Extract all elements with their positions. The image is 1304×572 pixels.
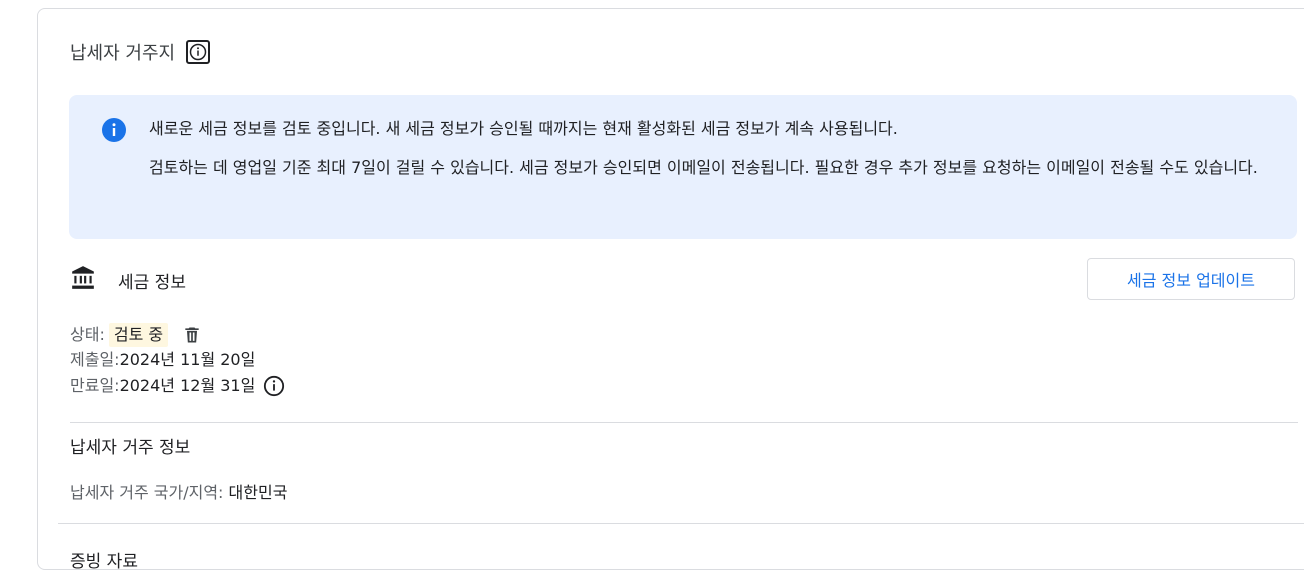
divider [70,422,1298,423]
tax-info-header: 세금 정보 [70,265,186,295]
next-section-title: 증빙 자료 [70,552,138,572]
review-banner: 새로운 세금 정보를 검토 중입니다. 새 세금 정보가 승인될 때까지는 현재… [69,95,1297,239]
residency-title: 납세자 거주 정보 [70,438,191,458]
tax-residency-card: 납세자 거주지 새로운 세금 정보를 검토 중입니다. 새 세금 정보가 승인될… [37,8,1304,572]
title-row: 납세자 거주지 [70,39,211,65]
status-label: 상태: [70,325,105,344]
status-badge: 검토 중 [108,323,169,347]
submitted-label: 제출일: [70,350,120,369]
tax-info-label: 세금 정보 [118,272,186,293]
info-icon [102,118,126,142]
bank-icon [70,265,96,295]
expires-row: 만료일: 2024년 12월 31일 [70,375,285,397]
country-value: 대한민국 [228,483,288,502]
country-label: 납세자 거주 국가/지역: [70,483,224,502]
expires-value: 2024년 12월 31일 [119,376,256,395]
info-icon[interactable] [263,375,285,397]
residency-country-row: 납세자 거주 국가/지역: 대한민국 [70,479,287,503]
trash-icon[interactable] [182,325,202,345]
submitted-row: 제출일: 2024년 11월 20일 [70,349,255,371]
banner-line-1: 새로운 세금 정보를 검토 중입니다. 새 세금 정보가 승인될 때까지는 현재… [149,119,898,138]
page-title: 납세자 거주지 [70,43,176,64]
submitted-value: 2024년 11월 20일 [119,350,256,369]
banner-line-2: 검토하는 데 영업일 기준 최대 7일이 걸릴 수 있습니다. 세금 정보가 승… [149,158,1258,177]
expires-label: 만료일: [70,376,120,395]
divider [58,523,1304,524]
status-row: 상태: 검토 중 [70,323,202,347]
info-icon[interactable] [186,40,211,64]
banner-text: 새로운 세금 정보를 검토 중입니다. 새 세금 정보가 승인될 때까지는 현재… [149,117,1259,180]
update-tax-info-button[interactable]: 세금 정보 업데이트 [1087,258,1295,300]
